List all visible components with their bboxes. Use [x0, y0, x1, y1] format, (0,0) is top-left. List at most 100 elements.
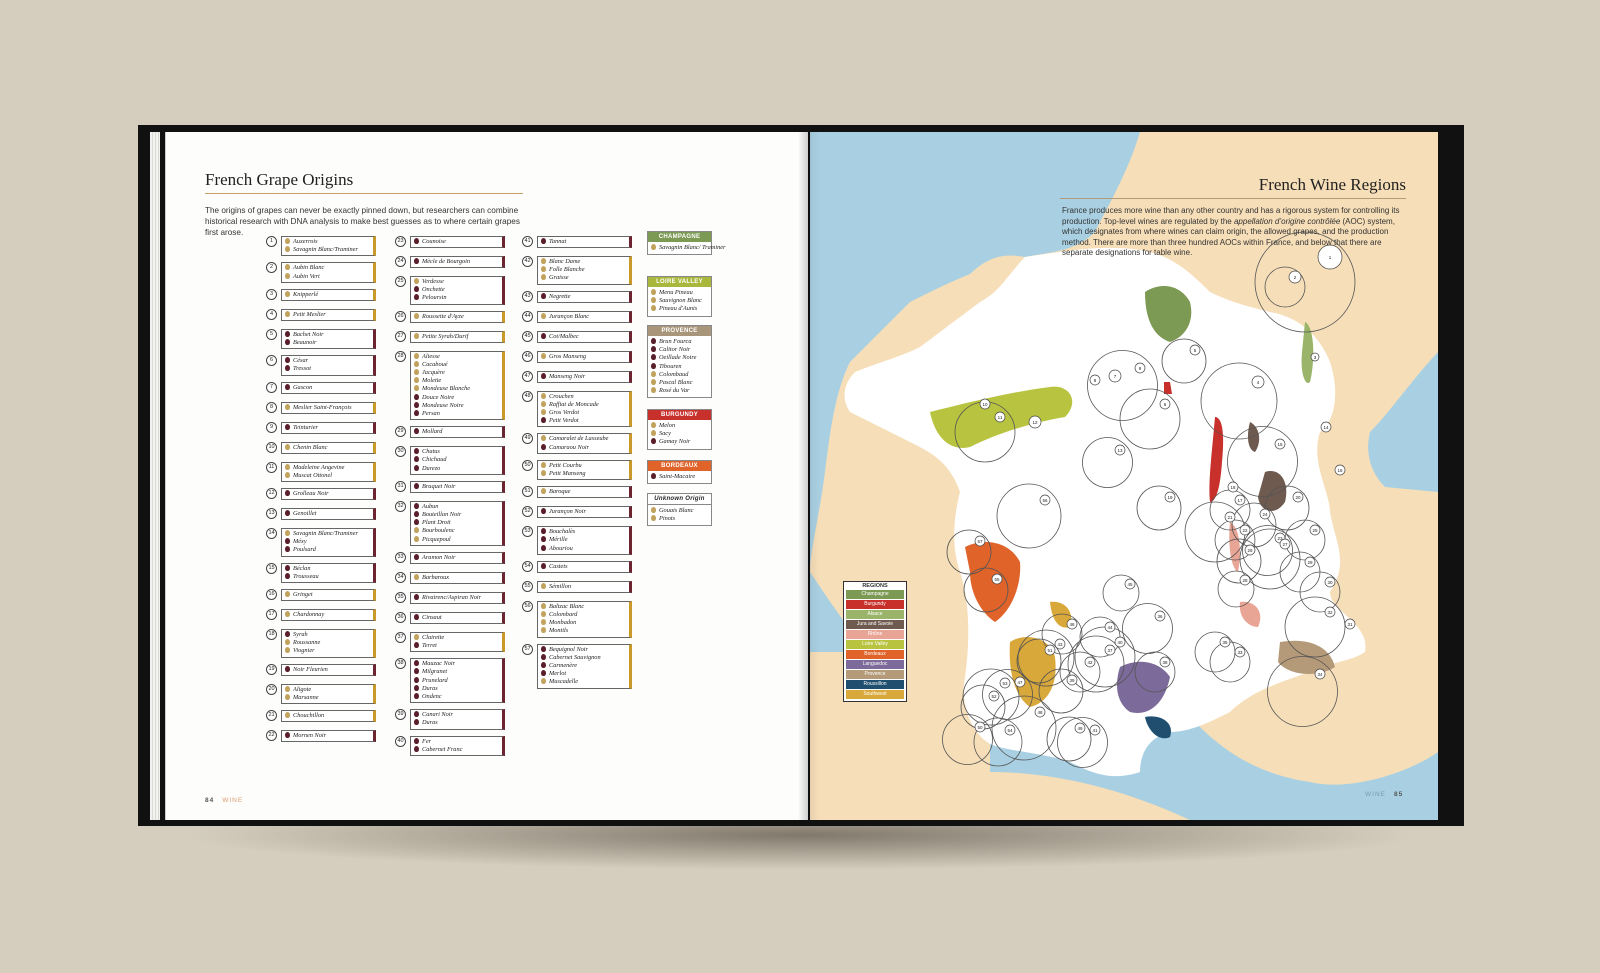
grape-name: Melon — [651, 422, 708, 430]
grape-label: Onchette — [422, 286, 445, 294]
grape-box: Clairette Terret — [410, 631, 505, 653]
origin-number: 5 — [266, 328, 277, 340]
origin-marker-number: 38 — [1162, 660, 1168, 665]
grape-name: Petit Courbu — [541, 461, 626, 470]
red-grape-icon — [541, 417, 546, 424]
origin-number: 51 — [522, 486, 533, 498]
legend-item: Burgundy — [846, 600, 904, 609]
grape-name: Calitor Noir — [651, 346, 708, 354]
grape-name: Pineau d'Aunis — [651, 305, 708, 313]
red-grape-icon — [541, 562, 546, 569]
origin-marker-number: 36 — [1157, 614, 1163, 619]
grape-label: Gouais Blanc — [659, 507, 694, 514]
grape-entry: 8 Meslier Saint-François — [266, 401, 376, 416]
grape-entry: 7 Gascon — [266, 381, 376, 396]
region-key-list: Melon Sacy Gamay Noir — [648, 420, 711, 449]
grape-name: Mornen Noir — [285, 732, 370, 740]
white-grape-icon — [651, 507, 656, 513]
grape-label: Colombard — [549, 611, 578, 619]
grape-name: Petit Meslier — [285, 310, 370, 319]
grape-name: Negrette — [541, 292, 626, 301]
origin-marker-number: 46 — [1069, 622, 1075, 627]
origin-marker-number: 48 — [1037, 710, 1043, 715]
grape-name: Savagnin Blanc/Traminer — [285, 246, 370, 254]
white-grape-icon — [651, 370, 656, 377]
grape-name: Jurançon Blanc — [541, 312, 626, 321]
origin-number: 10 — [266, 441, 277, 453]
grape-name: Trousseau — [285, 572, 370, 581]
origin-number: 34 — [395, 571, 406, 583]
grape-entry: 48 Crouchen Raffiat de Moncade Gros Verdot P… — [522, 390, 632, 428]
grape-name: Beaunoir — [285, 339, 370, 347]
grape-entry: 57 Bequignol Noir Cabernet Sauvignon Carmen… — [522, 643, 632, 689]
grape-label: Madeleine Angevine — [293, 463, 345, 471]
legend-item: Provence — [846, 670, 904, 679]
grape-entry: 54 Castets — [522, 560, 632, 575]
grape-column-3: 41 Tannat 42 Blanc Dame Folle Blanche Graisse… — [522, 236, 632, 695]
book-gutter — [798, 132, 820, 820]
grape-entry: 16 Gringet — [266, 589, 376, 603]
white-grape-icon — [285, 264, 290, 271]
grape-entry: 30 Chatus Chichaud Durezo — [395, 446, 505, 475]
grape-name: César — [285, 357, 370, 365]
white-grape-icon — [541, 461, 546, 468]
grape-label: Sacy — [659, 430, 671, 438]
grape-entry: 36 Cinsaut — [395, 611, 505, 626]
grape-entry: 1 Auxerrois Savagnin Blanc/Traminer — [266, 236, 376, 257]
grape-label: Beaunoir — [293, 339, 317, 347]
origin-number: 8 — [266, 401, 277, 413]
grape-name: Verdesse — [414, 278, 499, 286]
grape-box: César Tressot — [281, 355, 376, 376]
origin-marker-number: 33 — [1237, 650, 1243, 655]
grape-entry: 14 Savagnin Blanc/Traminer Méxy Poulsard — [266, 528, 376, 557]
grape-name: Teinturier — [285, 423, 370, 432]
title-rule-right — [1060, 198, 1406, 199]
grape-label: Tibouren — [659, 362, 682, 370]
grape-name: Onchette — [414, 286, 499, 294]
grape-label: Bouchalès — [549, 528, 576, 536]
origin-marker-number: 35 — [1222, 640, 1228, 645]
origin-number: 14 — [266, 528, 277, 540]
grape-name: Savagnin Blanc/Traminer — [285, 530, 370, 538]
origin-marker-number: 41 — [1092, 728, 1098, 733]
grape-entry: 39 Canari Noir Duras — [395, 709, 505, 730]
origin-marker-number: 17 — [1237, 498, 1243, 503]
grape-name: Milgranet — [414, 668, 499, 676]
grape-name: Clairette — [414, 633, 499, 642]
origin-marker-number: 53 — [1002, 681, 1008, 686]
grape-label: Chouchillon — [293, 712, 325, 720]
red-grape-icon — [414, 642, 419, 649]
white-grape-icon — [541, 312, 546, 319]
grape-name: Auxerrois — [285, 238, 370, 246]
origin-number: 43 — [522, 290, 533, 302]
origin-number: 25 — [395, 276, 406, 287]
grape-entry: 25 Verdesse Onchette Peloursin — [395, 276, 505, 305]
grape-name: Baroque — [541, 488, 626, 496]
origin-marker-number: 20 — [1295, 495, 1301, 500]
red-grape-icon — [414, 456, 419, 463]
grape-box: Mornen Noir — [281, 730, 376, 743]
grape-entry: 18 Syrah Roussanne Viognier — [266, 629, 376, 658]
grape-box: Chouchillon — [281, 710, 376, 723]
origin-marker-number: 43 — [1057, 642, 1063, 647]
grape-label: Melon — [659, 422, 676, 429]
grape-name: Viognier — [285, 647, 370, 655]
grape-label: Chenin Blanc — [293, 443, 328, 451]
grape-label: Colombaud — [659, 370, 689, 378]
grape-name: Graisse — [541, 274, 626, 282]
grape-name: Petit Manseng — [541, 470, 626, 478]
origin-number: 37 — [395, 631, 406, 643]
grape-label: Viognier — [293, 647, 315, 655]
grape-label: Duras — [422, 719, 438, 727]
region-key-box: LOIRE VALLEY Menu Pineau Sauvignon Blanc Pi… — [647, 276, 712, 317]
grape-box: Teinturier — [281, 421, 376, 434]
origin-marker-number: 24 — [1262, 512, 1268, 517]
origin-marker-number: 30 — [1327, 580, 1333, 585]
grape-label: Gascon — [293, 383, 313, 391]
grape-label: Manseng Noir — [549, 372, 586, 380]
grape-label: Monbadon — [549, 619, 577, 627]
grape-box: Aubin Blanc Aubin Vert — [281, 262, 376, 283]
white-grape-icon — [285, 530, 290, 537]
grape-entry: 10 Chenin Blanc — [266, 441, 376, 456]
grape-box: Auxerrois Savagnin Blanc/Traminer — [281, 236, 376, 257]
